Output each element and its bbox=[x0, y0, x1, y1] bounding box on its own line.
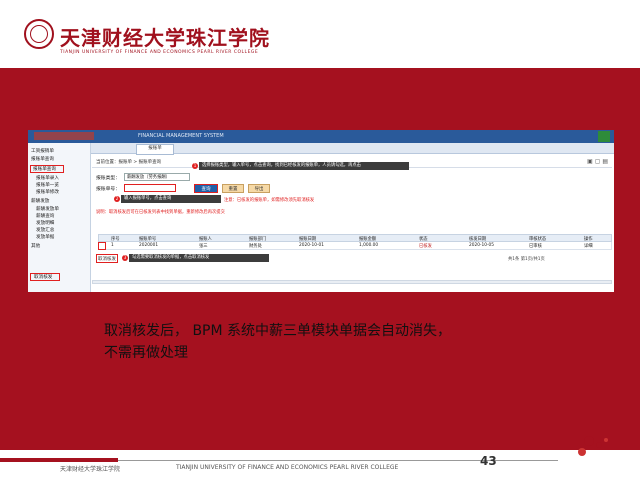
export-button[interactable]: 导出 bbox=[248, 184, 270, 193]
college-seal-icon bbox=[24, 19, 54, 49]
sidebar-item[interactable]: 工资报销单 bbox=[31, 148, 54, 154]
footer-school-cn: 天津财经大学珠江学院 bbox=[60, 466, 121, 473]
grid-cell: 已核发 bbox=[419, 244, 432, 249]
step-badge-2: 2 bbox=[114, 196, 120, 202]
college-name-en: TIANJIN UNIVERSITY OF FINANCE AND ECONOM… bbox=[60, 50, 259, 55]
type-select[interactable]: 薪酬发放（劳务报酬） bbox=[124, 173, 190, 181]
sidebar-item-cancel[interactable]: 取消核发 bbox=[34, 274, 52, 280]
sidebar-item[interactable]: 薪酬发放 bbox=[31, 198, 49, 204]
app-logo bbox=[34, 132, 94, 140]
note-2: 说明：取消核发后可在已核发列表中找到单据，重新修改后再次提交 bbox=[96, 210, 225, 215]
step-badge-1: 1 bbox=[192, 163, 198, 169]
type-label: 报账类型： bbox=[96, 176, 120, 181]
sidebar-item[interactable]: 其他 bbox=[31, 243, 40, 249]
sidebar-item[interactable]: 报账单录入 bbox=[36, 175, 59, 181]
system-screenshot: FINANCIAL MANAGEMENT SYSTEM 报账单 工资报销单 报账… bbox=[28, 130, 614, 292]
footer-school-en: TIANJIN UNIVERSITY OF FINANCE AND ECONOM… bbox=[176, 464, 399, 471]
callout-1: 选择报账类型，输入单号，点击查询，找到已经核发的报账单，人员请勾选，再点击 bbox=[199, 162, 409, 170]
note-1: 注意：已核发的报账单，如需修改须先取消核发 bbox=[224, 198, 315, 203]
app-menu-icon[interactable] bbox=[598, 131, 610, 142]
grid-cell[interactable]: 详细 bbox=[584, 243, 593, 249]
grid-cell: 2020-10-01 bbox=[299, 243, 324, 248]
cancel-approval-button[interactable]: 取消核发 bbox=[96, 254, 118, 263]
grid-cell: 2020-10-05 bbox=[469, 243, 494, 248]
sidebar-item-selected[interactable]: 报账单查询 bbox=[33, 166, 56, 172]
toolbar-icons[interactable]: ▣ ▢ ▤ bbox=[587, 158, 608, 165]
horizontal-scrollbar[interactable] bbox=[92, 280, 612, 284]
grid-cell: 财务处 bbox=[249, 244, 262, 249]
sidebar-item[interactable]: 发放单据 bbox=[36, 234, 54, 240]
college-name-cn: 天津财经大学珠江学院 bbox=[60, 26, 270, 50]
sidebar-item[interactable]: 发放明细 bbox=[36, 220, 54, 226]
app-title: FINANCIAL MANAGEMENT SYSTEM bbox=[138, 133, 224, 139]
tab-active[interactable]: 报账单 bbox=[136, 144, 174, 155]
page-number: 43 bbox=[480, 454, 497, 468]
query-button[interactable]: 查询 bbox=[194, 184, 218, 193]
step-badge-3: 3 bbox=[122, 255, 128, 261]
table-row[interactable]: 1 2020001 张三 财务处 2020-10-01 1,000.00 已核发… bbox=[98, 242, 612, 250]
sidebar-item[interactable]: 报账单一览 bbox=[36, 182, 59, 188]
breadcrumb: 当前位置：报账单 > 报账单查询 bbox=[96, 160, 162, 165]
footer-accent-line bbox=[0, 458, 118, 462]
grid-cell: 2020001 bbox=[139, 243, 159, 248]
pager: 共1条 第1页/共1页 bbox=[508, 257, 545, 262]
grid-cell: 张三 bbox=[199, 244, 208, 249]
caption-line-2: 不需再做处理 bbox=[104, 345, 188, 361]
app-title-bar: FINANCIAL MANAGEMENT SYSTEM bbox=[28, 130, 614, 143]
grid-cell: 1 bbox=[111, 243, 114, 248]
callout-2: 输入报账单号，点击查询 bbox=[121, 195, 221, 203]
grid-cell: 已审核 bbox=[529, 244, 542, 249]
row-checkbox[interactable] bbox=[98, 242, 106, 250]
sidebar-item[interactable]: 报账单修改 bbox=[36, 189, 59, 195]
tab-bar: 报账单 bbox=[90, 143, 614, 155]
sidebar-item[interactable]: 报账单查询 bbox=[31, 156, 54, 162]
grid-header: 序号 报账单号 报账人 报账部门 报账日期 报账金额 状态 核发日期 审核状态 … bbox=[98, 234, 612, 242]
decorative-dots-icon bbox=[578, 436, 618, 466]
callout-3: 勾选需要取消核发的单据，点击取消核发 bbox=[129, 254, 269, 262]
sidebar-item[interactable]: 发放汇总 bbox=[36, 227, 54, 233]
number-label: 报账单号： bbox=[96, 187, 120, 192]
sidebar-item[interactable]: 薪酬发放单 bbox=[36, 206, 59, 212]
number-input[interactable] bbox=[124, 184, 176, 192]
slide-header: 天津财经大学珠江学院 TIANJIN UNIVERSITY OF FINANCE… bbox=[0, 0, 640, 68]
grid-cell: 1,000.00 bbox=[359, 243, 379, 248]
caption-line-1: 取消核发后， BPM 系统中薪三单模块单据会自动消失， bbox=[104, 323, 452, 339]
slide-caption: 取消核发后， BPM 系统中薪三单模块单据会自动消失， 不需再做处理 bbox=[104, 320, 524, 364]
reset-button[interactable]: 重置 bbox=[222, 184, 244, 193]
sidebar-item[interactable]: 薪酬查询 bbox=[36, 213, 54, 219]
sidebar: 工资报销单 报账单查询 报账单查询 报账单录入 报账单一览 报账单修改 薪酬发放… bbox=[28, 143, 91, 292]
